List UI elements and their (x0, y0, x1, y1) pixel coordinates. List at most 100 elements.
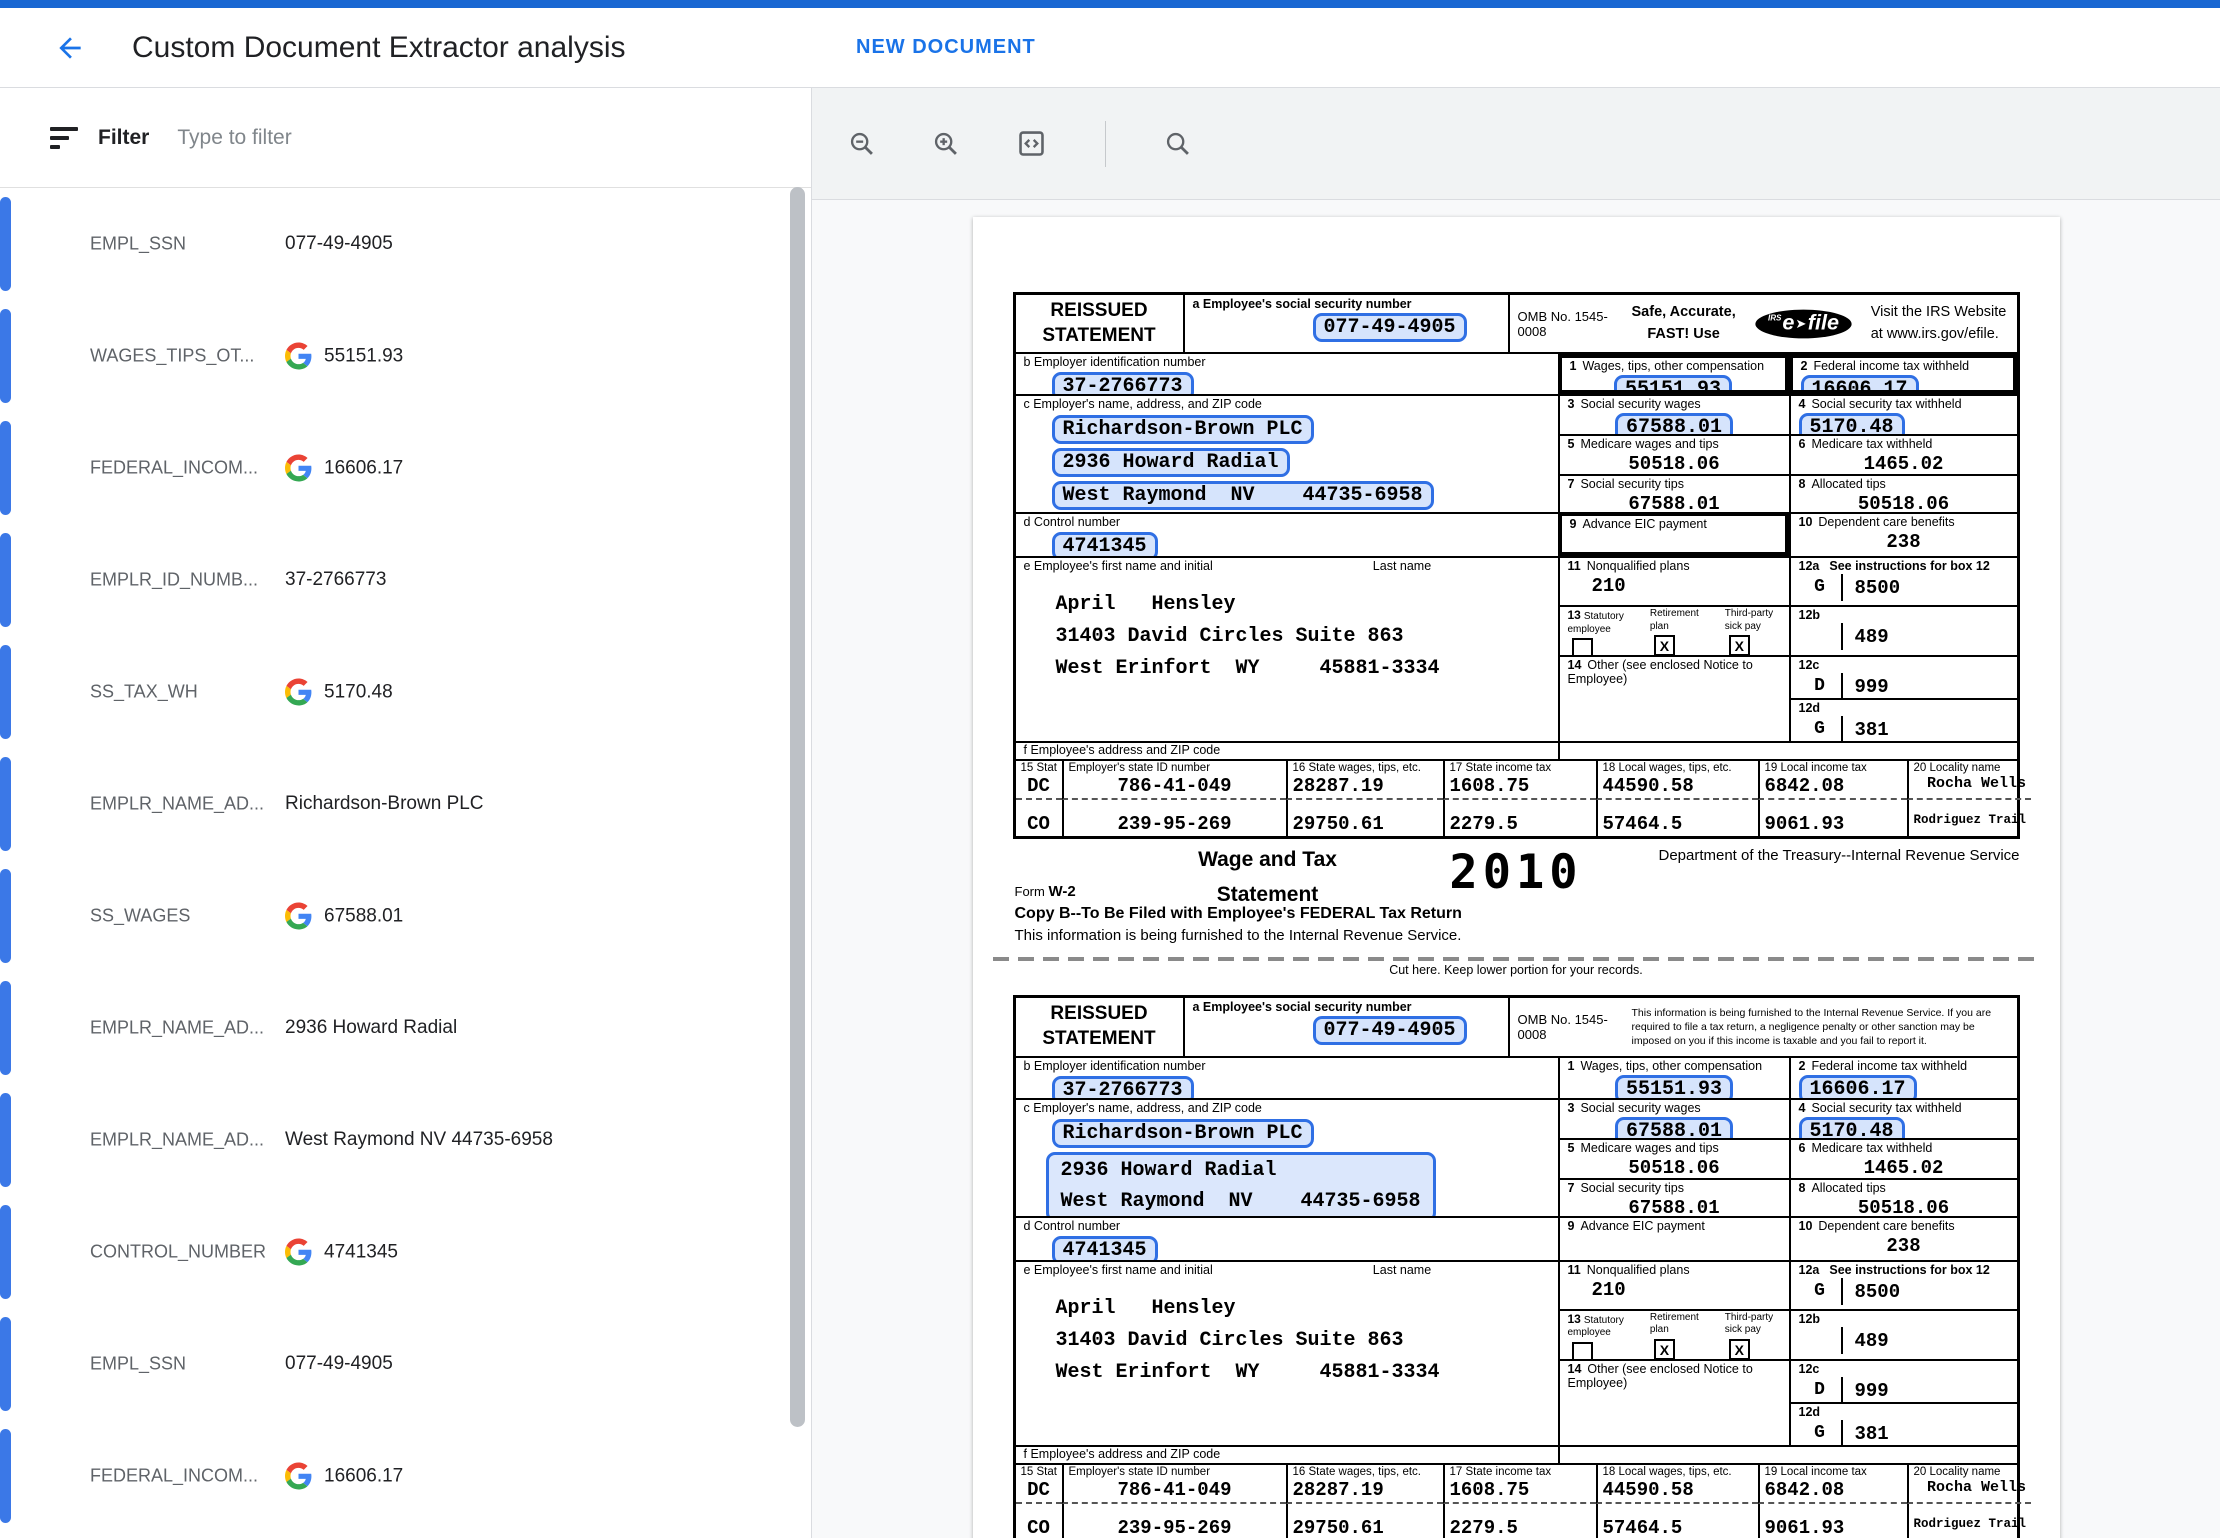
box4-value-highlight[interactable]: 5170.48 (1799, 413, 1905, 434)
box12d-label: 12d (1799, 701, 2009, 715)
filter-bar: Filter (0, 88, 811, 188)
field-value: 5170.48 (285, 679, 393, 706)
box6-value: 1465.02 (1799, 453, 2009, 474)
box1-value-highlight[interactable]: 55151.93 (1615, 1075, 1733, 1098)
box12b-value: 489 (1841, 1327, 1889, 1354)
box-a-label: a Employee's social security number (1193, 1000, 1500, 1014)
control-number-highlight[interactable]: 4741345 (1052, 532, 1158, 556)
browser-accent-strip (0, 0, 2220, 8)
box12c-code: D (1799, 1377, 1841, 1402)
ein-highlight[interactable]: 37-2766773 (1052, 372, 1194, 394)
field-row-emplr-city[interactable]: EMPLR_NAME_AD... West Raymond NV 44735-6… (0, 1084, 811, 1196)
box1-value-highlight[interactable]: 55151.93 (1614, 375, 1732, 394)
employee-city: West Erinfort WY 45881-3334 (1056, 657, 1550, 680)
box12a-value: 8500 (1841, 1278, 1901, 1305)
retirement-plan-checkbox[interactable]: X (1654, 1339, 1675, 1359)
state-local-table: 15 State DC Employer's state ID number 7… (1016, 1463, 2017, 1538)
field-row-empl-ssn[interactable]: EMPL_SSN 077-49-4905 (0, 188, 811, 300)
zoom-in-icon[interactable] (932, 130, 960, 158)
box6-label: 6Medicare tax withheld (1799, 437, 2009, 451)
box-c-label: c Employer's name, address, and ZIP code (1024, 1101, 1550, 1115)
field-accent-bar (0, 1317, 11, 1411)
app-header: Custom Document Extractor analysis NEW D… (0, 8, 2220, 88)
new-document-button[interactable]: NEW DOCUMENT (856, 36, 1036, 59)
employer-street-highlight[interactable]: 2936 Howard Radial (1052, 448, 1290, 477)
box8-value: 50518.06 (1799, 493, 2009, 512)
state-id-number: 239-95-269 (1069, 1517, 1281, 1538)
box8-label: 8Allocated tips (1799, 1181, 2009, 1195)
box7-value: 67588.01 (1568, 493, 1781, 512)
third-party-sick-pay-checkbox[interactable]: X (1729, 1339, 1750, 1359)
box5-label: 5Medicare wages and tips (1568, 1141, 1781, 1155)
box6-label: 6Medicare tax withheld (1799, 1141, 2009, 1155)
document-scroll-area[interactable]: REISSUEDSTATEMENT a Employee's social se… (812, 200, 2220, 1538)
box12c-value: 999 (1841, 673, 1889, 698)
field-accent-bar (0, 1205, 11, 1299)
locality-name: Rocha Wells (1914, 1479, 2027, 1496)
filter-input[interactable] (177, 126, 617, 150)
search-icon[interactable] (1164, 130, 1192, 158)
field-label: EMPLR_NAME_AD... (90, 794, 264, 815)
box5-label: 5Medicare wages and tips (1568, 437, 1781, 451)
ssn-highlight[interactable]: 077-49-4905 (1313, 313, 1467, 342)
field-row-emplr-id[interactable]: EMPLR_ID_NUMB... 37-2766773 (0, 524, 811, 636)
local-income-tax: 6842.08 (1765, 775, 1902, 797)
field-row-wages-tips[interactable]: WAGES_TIPS_OT... 55151.93 (0, 300, 811, 412)
box7-label: 7Social security tips (1568, 1181, 1781, 1195)
local-wages: 57464.5 (1603, 813, 1753, 835)
box4-label: 4Social security tax withheld (1799, 397, 2009, 411)
statutory-employee-checkbox[interactable] (1572, 638, 1593, 655)
box-e-label: e Employee's first name and initial (1024, 1263, 1213, 1277)
google-g-icon (285, 679, 312, 706)
field-row-partial[interactable] (0, 1532, 811, 1538)
omb-number: OMB No. 1545-0008 (1518, 309, 1618, 339)
field-row-emplr-name[interactable]: EMPLR_NAME_AD... Richardson-Brown PLC (0, 748, 811, 860)
reissued-statement-label: REISSUEDSTATEMENT (1016, 998, 1185, 1055)
field-row-control-number[interactable]: CONTROL_NUMBER 4741345 (0, 1196, 811, 1308)
employer-name-highlight[interactable]: Richardson-Brown PLC (1052, 1119, 1314, 1148)
box4-value-highlight[interactable]: 5170.48 (1799, 1117, 1905, 1138)
field-row-ss-wages[interactable]: SS_WAGES 67588.01 (0, 860, 811, 972)
box-b-label: b Employer identification number (1024, 355, 1550, 369)
local-wages: 44590.58 (1603, 775, 1753, 797)
back-button[interactable] (48, 26, 92, 70)
ssn-highlight[interactable]: 077-49-4905 (1313, 1016, 1467, 1045)
employer-name-highlight[interactable]: Richardson-Brown PLC (1052, 415, 1314, 444)
box3-value-highlight[interactable]: 67588.01 (1615, 1117, 1733, 1138)
box2-value-highlight[interactable]: 16606.17 (1801, 375, 1919, 394)
box-b-label: b Employer identification number (1024, 1059, 1550, 1073)
box3-value-highlight[interactable]: 67588.01 (1615, 413, 1733, 434)
field-label: SS_WAGES (90, 906, 190, 927)
third-party-sick-pay-checkbox[interactable]: X (1729, 635, 1750, 655)
viewer-toolbar (812, 88, 2220, 200)
box1-label: 1Wages, tips, other compensation (1568, 1059, 1781, 1073)
box14-label: 14Other (see enclosed Notice to Employee… (1568, 658, 1781, 686)
panel-scrollbar-thumb[interactable] (790, 187, 805, 1427)
visit-irs-label: Visit the IRS Websiteat www.irs.gov/efil… (1871, 302, 2007, 346)
zoom-out-icon[interactable] (848, 130, 876, 158)
field-row-federal-income[interactable]: FEDERAL_INCOM... 16606.17 (0, 412, 811, 524)
code-brackets-icon[interactable] (1016, 128, 1047, 159)
field-row-federal-income-2[interactable]: FEDERAL_INCOM... 16606.17 (0, 1420, 811, 1532)
box1-label: 1Wages, tips, other compensation (1570, 359, 1777, 373)
field-accent-bar (0, 197, 11, 291)
wage-tax-statement-title: Wage and TaxStatement (1168, 843, 1368, 912)
document-viewer: REISSUEDSTATEMENT a Employee's social se… (812, 88, 2220, 1538)
state-income-tax: 1608.75 (1450, 1479, 1591, 1501)
box12a-label: 12aSee instructions for box 12 (1799, 1263, 2009, 1277)
box2-value-highlight[interactable]: 16606.17 (1799, 1075, 1917, 1098)
w2-document-page: REISSUEDSTATEMENT a Employee's social se… (973, 217, 2060, 1538)
dashed-line (993, 957, 2040, 961)
box9-label: 9Advance EIC payment (1570, 517, 1777, 531)
field-row-ss-tax-wh[interactable]: SS_TAX_WH 5170.48 (0, 636, 811, 748)
field-row-emplr-street[interactable]: EMPLR_NAME_AD... 2936 Howard Radial (0, 972, 811, 1084)
w2-form-copy-c: REISSUEDSTATEMENT a Employee's social se… (1013, 995, 2020, 1538)
ein-highlight[interactable]: 37-2766773 (1052, 1076, 1194, 1098)
employer-address-highlight[interactable]: 2936 Howard Radial West Raymond NV 44735… (1046, 1152, 1436, 1216)
field-row-empl-ssn-2[interactable]: EMPL_SSN 077-49-4905 (0, 1308, 811, 1420)
box11-value: 210 (1568, 1279, 1781, 1301)
statutory-employee-checkbox[interactable] (1572, 1342, 1593, 1359)
employer-city-highlight[interactable]: West Raymond NV 44735-6958 (1052, 481, 1434, 510)
control-number-highlight[interactable]: 4741345 (1052, 1236, 1158, 1260)
retirement-plan-checkbox[interactable]: X (1654, 635, 1675, 655)
